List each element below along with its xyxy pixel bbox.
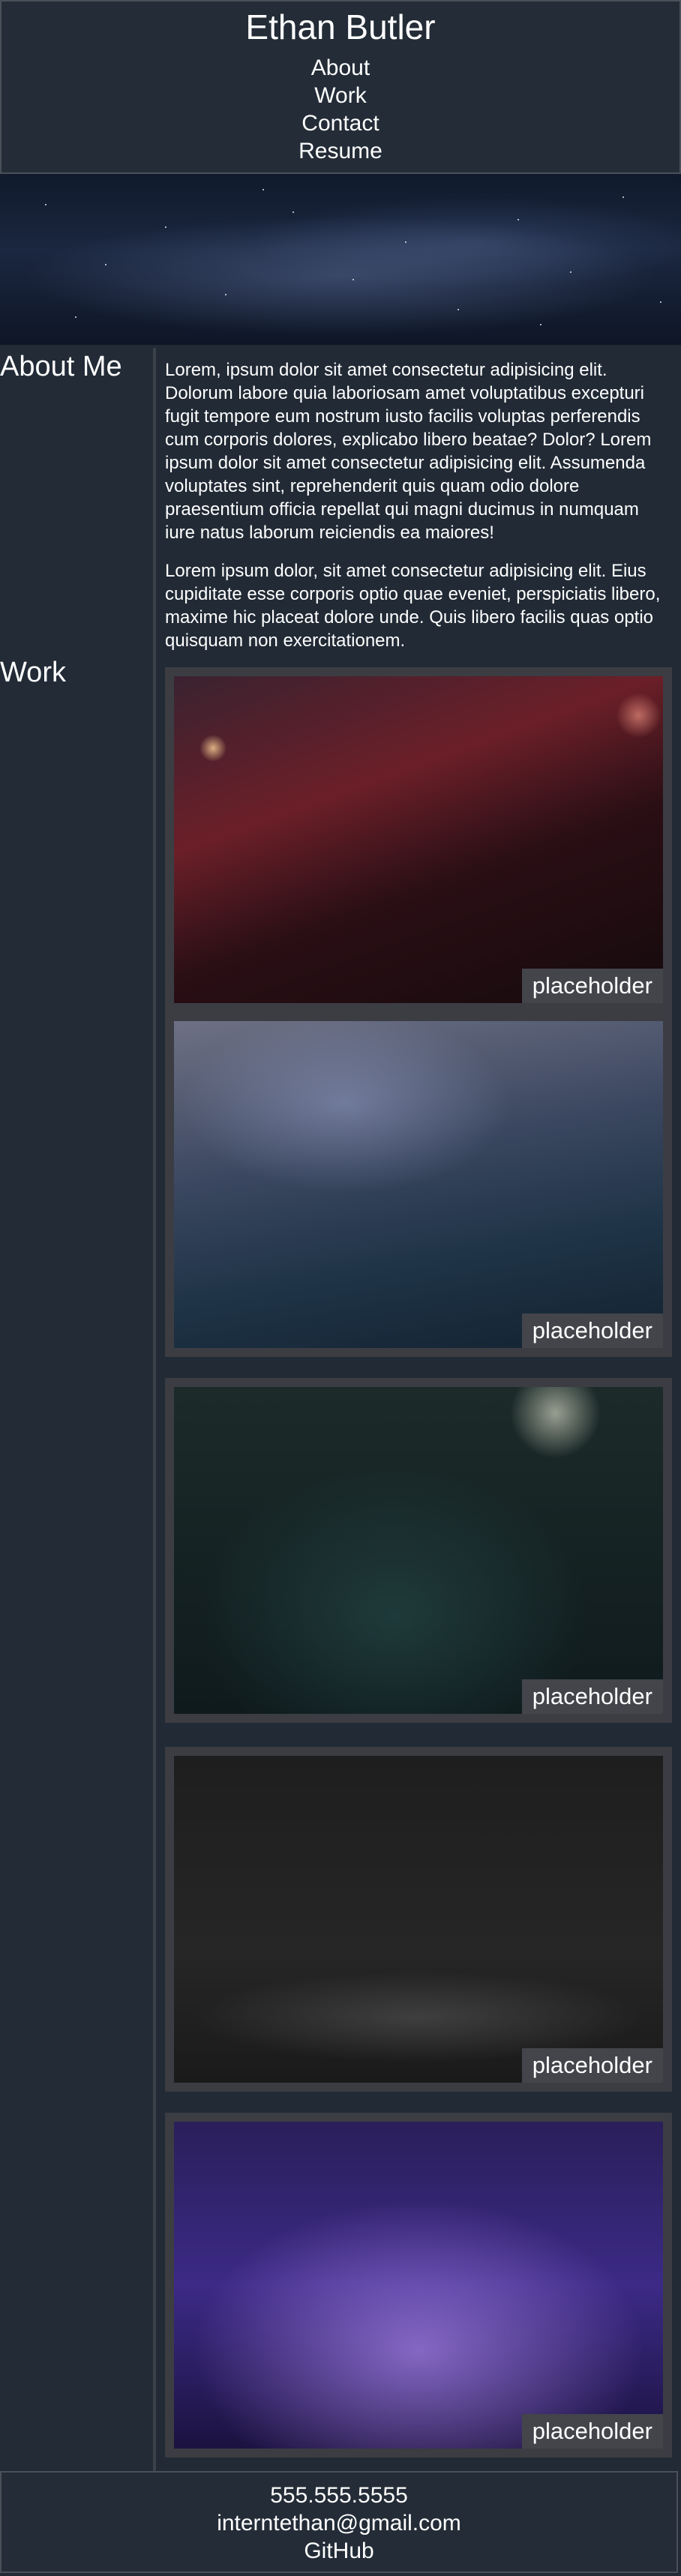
work-caption: placeholder bbox=[521, 1313, 663, 1348]
nav-link-about[interactable]: About bbox=[2, 54, 680, 82]
about-paragraph: Lorem, ipsum dolor sit amet consectetur … bbox=[165, 360, 652, 543]
work-card[interactable]: placeholder bbox=[165, 667, 672, 1012]
work-caption: placeholder bbox=[521, 2414, 663, 2449]
work-heading: Work bbox=[0, 657, 66, 688]
site-header: Ethan Butler About Work Contact Resume bbox=[0, 0, 681, 174]
about-paragraph: Lorem ipsum dolor, sit amet consectetur … bbox=[165, 561, 661, 651]
about-section: Lorem, ipsum dolor sit amet consectetur … bbox=[165, 358, 672, 667]
work-image-dj-equipment: placeholder bbox=[174, 676, 663, 1003]
site-footer: 555.555.5555 interntethan@gmail.com GitH… bbox=[0, 2471, 678, 2573]
sidebar: About Me Work bbox=[0, 348, 156, 2471]
nav-link-resume[interactable]: Resume bbox=[2, 137, 680, 165]
nav-link-contact[interactable]: Contact bbox=[2, 109, 680, 137]
site-title: Ethan Butler bbox=[245, 7, 436, 46]
nav-link-work[interactable]: Work bbox=[2, 82, 680, 109]
work-image-stage-lights: placeholder bbox=[174, 2122, 663, 2449]
work-image-handheld-console: placeholder bbox=[174, 1387, 663, 1714]
footer-phone: 555.555.5555 bbox=[270, 2483, 408, 2508]
main-nav: About Work Contact Resume bbox=[2, 54, 680, 165]
work-card[interactable]: placeholder bbox=[165, 2113, 672, 2458]
work-card[interactable]: placeholder bbox=[165, 1012, 672, 1357]
work-caption: placeholder bbox=[521, 969, 663, 1003]
work-caption: placeholder bbox=[521, 2048, 663, 2083]
work-card[interactable]: placeholder bbox=[165, 1747, 672, 2092]
work-image-circuit-board: placeholder bbox=[174, 1021, 663, 1348]
work-image-drone: placeholder bbox=[174, 1756, 663, 2083]
footer-github-link[interactable]: GitHub bbox=[2, 2537, 676, 2565]
about-heading: About Me bbox=[0, 351, 122, 382]
work-card[interactable]: placeholder bbox=[165, 1378, 672, 1723]
work-caption: placeholder bbox=[521, 1679, 663, 1714]
footer-email-link[interactable]: interntethan@gmail.com bbox=[2, 2509, 676, 2537]
hero-banner-image bbox=[0, 174, 681, 345]
